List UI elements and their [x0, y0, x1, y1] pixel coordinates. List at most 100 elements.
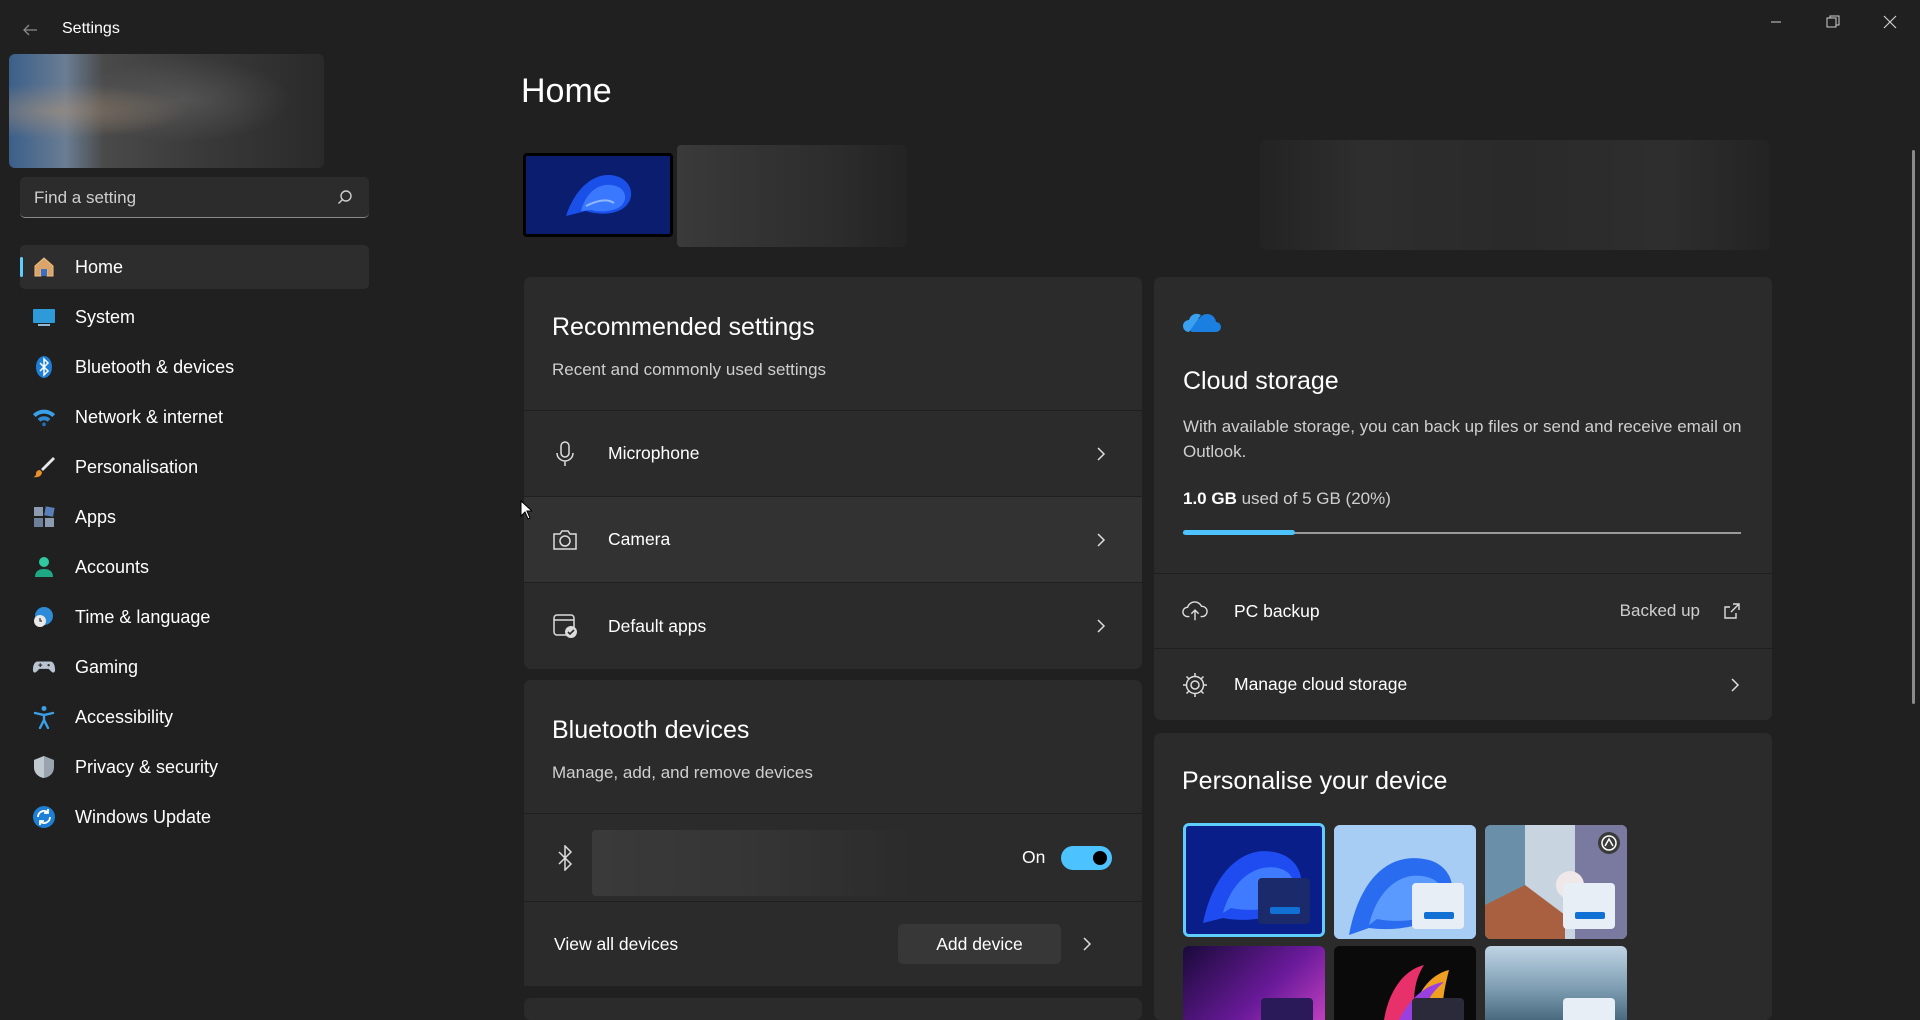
pc-backup-row[interactable]: PC backup Backed up: [1154, 573, 1772, 648]
sidebar-item-bluetooth[interactable]: Bluetooth & devices: [20, 345, 369, 389]
theme-thumbnail-2[interactable]: [1334, 825, 1476, 939]
camera-icon: [552, 527, 578, 553]
default-apps-icon: [552, 613, 578, 639]
chevron-right-icon[interactable]: [1082, 936, 1092, 952]
cloud-storage-title: Cloud storage: [1183, 367, 1339, 395]
taskbar-preview: [1563, 883, 1615, 929]
recommended-subtitle: Recent and commonly used settings: [552, 360, 827, 379]
bluetooth-title: Bluetooth devices: [552, 716, 750, 744]
storage-usage-text: 1.0 GB used of 5 GB (20%): [1183, 489, 1391, 509]
shield-icon: [32, 755, 56, 779]
recommended-row-camera[interactable]: Camera: [524, 496, 1142, 582]
storage-progress-bar: [1183, 530, 1295, 535]
sidebar-item-home[interactable]: Home: [20, 245, 369, 289]
mouse-cursor-icon: [520, 500, 532, 520]
restore-button[interactable]: [1805, 4, 1861, 40]
restore-icon: [1826, 15, 1840, 28]
back-button[interactable]: [16, 16, 44, 44]
theme-thumbnail-5[interactable]: [1334, 946, 1476, 1020]
theme-thumbnail-6[interactable]: [1485, 946, 1627, 1020]
sidebar-item-system[interactable]: System: [20, 295, 369, 339]
bluetooth-device-row: On: [524, 813, 1142, 901]
sidebar-item-personalisation[interactable]: Personalisation: [20, 445, 369, 489]
sidebar-item-label: Privacy & security: [75, 756, 219, 777]
page-title: Home: [521, 72, 612, 110]
taskbar-preview: [1412, 883, 1464, 929]
gear-icon: [1182, 672, 1208, 698]
sidebar-item-label: Bluetooth & devices: [75, 356, 235, 377]
bluetooth-toggle-label: On: [1022, 847, 1046, 867]
vertical-scrollbar[interactable]: [1912, 150, 1915, 704]
sidebar-item-label: Gaming: [75, 656, 139, 677]
bluetooth-symbol-icon: [552, 844, 578, 871]
system-icon: [32, 305, 56, 329]
app-title: Settings: [62, 20, 120, 37]
sidebar-item-label: Accessibility: [75, 706, 174, 727]
row-label: Microphone: [608, 443, 700, 463]
sidebar-item-label: Windows Update: [75, 806, 212, 827]
sidebar-item-accounts[interactable]: Accounts: [20, 545, 369, 589]
sidebar-nav: Home System Bluetooth & devices Network …: [20, 245, 369, 845]
device-info-blurred: [677, 145, 907, 247]
sidebar-item-label: Network & internet: [75, 406, 224, 427]
manage-cloud-storage-row[interactable]: Manage cloud storage: [1154, 648, 1772, 720]
search-input[interactable]: Find a setting: [34, 188, 136, 208]
sidebar-item-network[interactable]: Network & internet: [20, 395, 369, 439]
theme-thumbnail-4[interactable]: [1183, 946, 1325, 1020]
brush-icon: [32, 455, 56, 479]
bluetooth-toggle[interactable]: [1061, 846, 1112, 870]
gamepad-icon: [32, 655, 56, 679]
external-link-icon[interactable]: [1724, 603, 1740, 619]
storage-used-of: used of 5 GB (20%): [1241, 489, 1391, 508]
device-actions-blurred: [1260, 140, 1770, 250]
wifi-icon: [32, 405, 56, 429]
sidebar-item-privacy-security[interactable]: Privacy & security: [20, 745, 369, 789]
sidebar-item-label: Personalisation: [75, 456, 199, 477]
bluetooth-subtitle: Manage, add, and remove devices: [552, 763, 813, 782]
sidebar-item-label: Apps: [75, 506, 117, 527]
current-wallpaper-thumbnail[interactable]: [523, 153, 673, 237]
sidebar-item-gaming[interactable]: Gaming: [20, 645, 369, 689]
theme-thumbnail-1[interactable]: [1183, 823, 1325, 937]
recommended-row-default-apps[interactable]: Default apps: [524, 582, 1142, 669]
close-icon: [1883, 15, 1897, 29]
wallpaper-bloom-image: [526, 156, 670, 234]
view-all-devices-link[interactable]: View all devices: [554, 934, 678, 955]
spotlight-badge-icon: [1598, 832, 1620, 854]
taskbar-preview: [1261, 998, 1313, 1020]
recommended-settings-card: Recommended settings Recent and commonly…: [524, 277, 1142, 669]
accounts-icon: [32, 555, 56, 579]
cloud-storage-description: With available storage, you can back up …: [1183, 417, 1742, 461]
taskbar-preview: [1258, 878, 1310, 924]
chevron-right-icon: [1097, 446, 1106, 461]
row-label: Camera: [608, 529, 671, 549]
home-icon: [32, 255, 56, 279]
recommended-title: Recommended settings: [552, 313, 815, 341]
minimize-button[interactable]: [1748, 4, 1804, 40]
close-button[interactable]: [1862, 4, 1918, 40]
cloud-storage-card: Cloud storage With available storage, yo…: [1154, 277, 1772, 720]
user-profile-card[interactable]: [9, 54, 324, 168]
theme-thumbnail-3[interactable]: [1485, 825, 1627, 939]
personalise-title: Personalise your device: [1182, 767, 1448, 795]
manage-cloud-storage-label: Manage cloud storage: [1234, 674, 1408, 694]
sidebar-item-windows-update[interactable]: Windows Update: [20, 795, 369, 839]
update-icon: [32, 805, 56, 829]
microphone-icon: [552, 440, 578, 467]
sidebar-item-time-language[interactable]: Time & language: [20, 595, 369, 639]
taskbar-preview: [1412, 998, 1464, 1020]
search-icon[interactable]: [337, 189, 353, 205]
sidebar-item-accessibility[interactable]: Accessibility: [20, 695, 369, 739]
onedrive-cloud-icon: [1183, 313, 1221, 332]
search-box[interactable]: Find a setting: [20, 177, 369, 218]
cloud-upload-icon: [1182, 598, 1208, 624]
sidebar-item-label: Time & language: [75, 606, 211, 627]
sidebar-item-apps[interactable]: Apps: [20, 495, 369, 539]
add-device-button[interactable]: Add device: [898, 924, 1061, 964]
accessibility-icon: [32, 705, 56, 729]
row-label: Default apps: [608, 615, 707, 636]
chevron-right-icon: [1097, 532, 1106, 547]
recommended-row-microphone[interactable]: Microphone: [524, 410, 1142, 496]
storage-used-amount: 1.0 GB: [1183, 489, 1237, 508]
pc-backup-status: Backed up: [1619, 601, 1700, 620]
